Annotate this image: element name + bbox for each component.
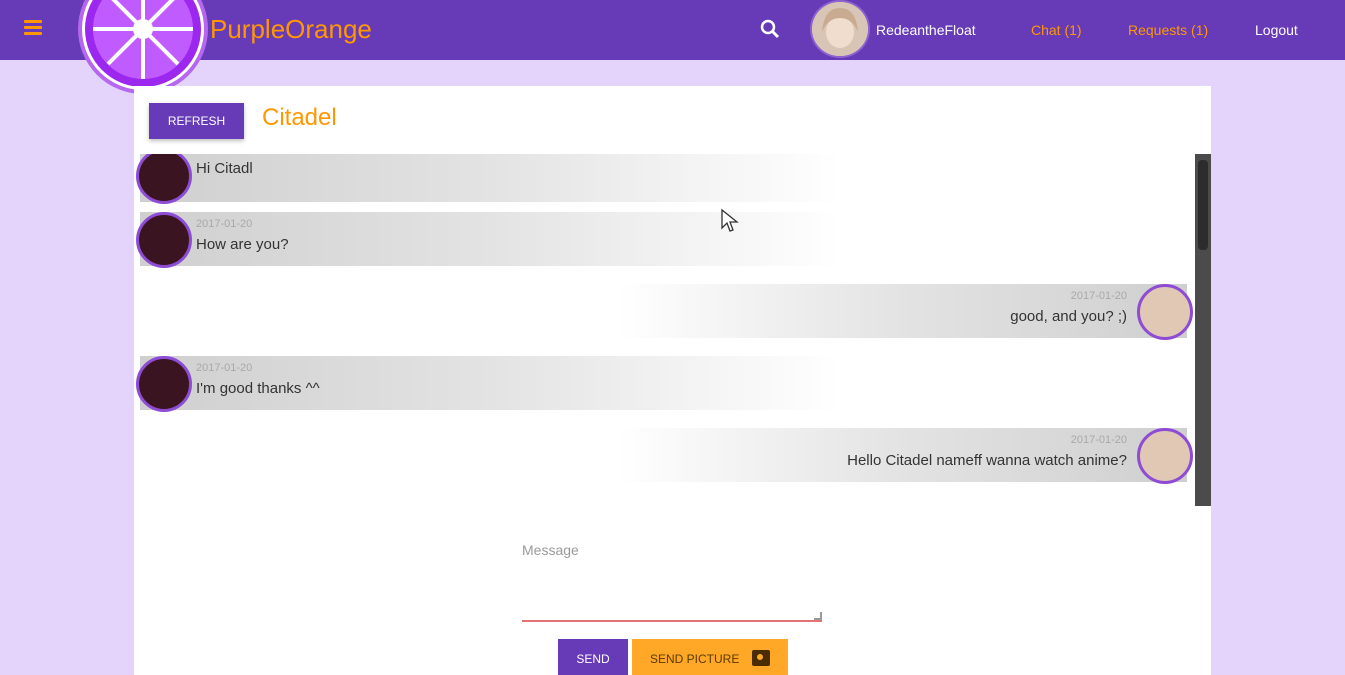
message-scrollbar[interactable]	[1195, 154, 1211, 506]
message-timestamp: 2017-01-20	[196, 362, 253, 374]
message-text: good, and you? ;)	[1010, 308, 1127, 325]
message-text: Hi Citadl	[196, 160, 253, 177]
top-app-bar: PurpleOrange RedeantheFloat Chat (1) Req…	[0, 0, 1345, 94]
message-list: Hi Citadl 2017-01-20 How are you? 2017-0…	[134, 154, 1211, 506]
scrollbar-thumb[interactable]	[1198, 160, 1208, 250]
username-label: RedeantheFloat	[876, 22, 976, 38]
message-item: 2017-01-20 I'm good thanks ^^	[136, 356, 840, 412]
own-avatar	[1137, 428, 1193, 484]
search-icon[interactable]	[758, 17, 782, 41]
own-avatar	[1137, 284, 1193, 340]
refresh-button[interactable]: Refresh	[149, 103, 244, 139]
send-button[interactable]: Send	[558, 639, 628, 675]
partner-avatar	[136, 356, 192, 412]
orange-slice-logo	[78, 0, 208, 94]
message-item: 2017-01-20 good, and you? ;)	[617, 284, 1193, 340]
message-timestamp: 2017-01-20	[196, 218, 253, 230]
message-text: How are you?	[196, 236, 289, 253]
logout-link[interactable]: Logout	[1255, 22, 1298, 38]
message-timestamp: 2017-01-20	[1070, 434, 1127, 446]
chat-partner-title: Citadel	[262, 104, 337, 131]
resize-handle[interactable]	[814, 612, 822, 620]
logo-graphic	[85, 0, 201, 87]
message-item: Hi Citadl	[136, 154, 840, 204]
partner-avatar	[136, 154, 192, 204]
chat-card: Refresh Citadel Hi Citadl 2017-01-20 How…	[134, 86, 1211, 675]
camera-icon	[752, 650, 770, 666]
partner-avatar	[136, 212, 192, 268]
message-text: Hello Citadel nameff wanna watch anime?	[847, 452, 1127, 469]
mouse-pointer-icon	[720, 208, 740, 234]
message-item: 2017-01-20 Hello Citadel nameff wanna wa…	[617, 428, 1193, 484]
message-timestamp: 2017-01-20	[1070, 290, 1127, 302]
send-picture-button[interactable]: Send Picture	[632, 639, 788, 675]
send-picture-label: Send Picture	[650, 652, 740, 666]
message-input[interactable]: Message	[522, 534, 822, 622]
message-placeholder: Message	[522, 542, 579, 558]
brand-link[interactable]: PurpleOrange	[210, 14, 372, 45]
message-text: I'm good thanks ^^	[196, 380, 320, 397]
menu-icon[interactable]	[24, 20, 42, 36]
user-avatar[interactable]	[810, 0, 870, 58]
input-underline	[522, 620, 822, 622]
nav-chat-link[interactable]: Chat (1)	[1031, 22, 1082, 38]
nav-requests-link[interactable]: Requests (1)	[1128, 22, 1208, 38]
